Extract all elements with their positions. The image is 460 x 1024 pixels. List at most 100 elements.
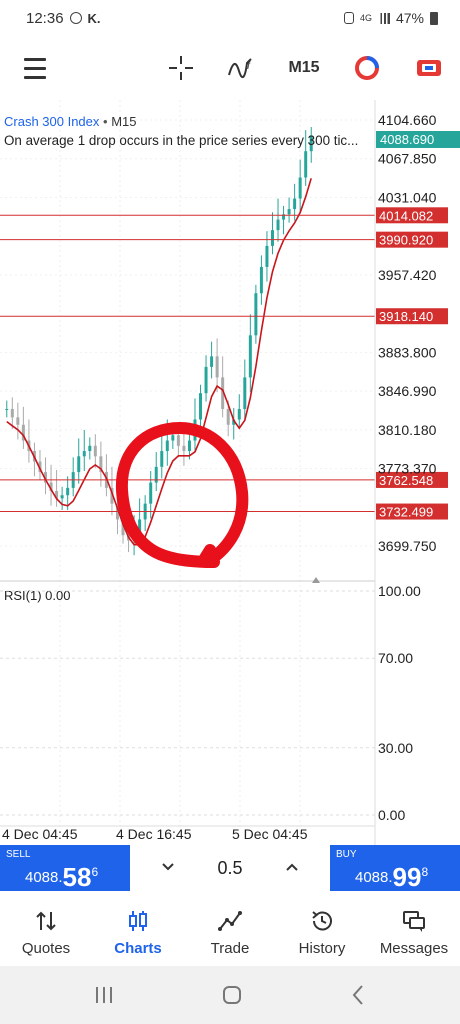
nav-history-label: History (298, 940, 346, 957)
time-axis-label: 4 Dec 16:45 (116, 826, 192, 842)
indicators-button[interactable]: f (226, 52, 258, 84)
candle-body (293, 198, 297, 210)
volume-control: 0.5 (130, 845, 330, 891)
nav-quotes[interactable]: Quotes (0, 896, 92, 966)
battery-icon (430, 11, 438, 25)
buy-price-big: 99 (392, 862, 422, 892)
price-axis-label: 4067.850 (378, 151, 437, 167)
candle-body (16, 417, 20, 425)
candle-body (243, 377, 247, 409)
volume-value[interactable]: 0.5 (217, 858, 242, 879)
rsi-axis-label: 0.00 (378, 807, 405, 823)
candle-body (265, 245, 269, 267)
menu-button[interactable] (22, 52, 48, 84)
candle-body (270, 230, 274, 246)
buy-price: 4088.998 (355, 858, 428, 892)
rsi-axis-label: 70.00 (378, 650, 413, 666)
increase-volume-button[interactable] (282, 857, 302, 877)
nav-trade[interactable]: Trade (184, 896, 276, 966)
price-axis-label: 3883.800 (378, 344, 437, 360)
network-type: 4G (359, 13, 372, 23)
nav-trade-label: Trade (210, 940, 250, 957)
candle-body (287, 209, 291, 215)
trade-icon (218, 911, 242, 931)
candle-body (215, 356, 219, 378)
time-axis-label: 4 Dec 04:45 (2, 826, 78, 842)
objects-button[interactable] (352, 52, 382, 84)
candle-body (254, 293, 258, 336)
rsi-title: RSI(1) 0.00 (4, 588, 70, 603)
price-axis-label: 4104.660 (378, 112, 437, 128)
system-nav-bar (0, 966, 460, 1024)
annotation-circle (115, 421, 249, 568)
level-label: 3732.499 (379, 505, 433, 520)
buy-button[interactable]: BUY 4088.998 (330, 845, 460, 892)
candle-body (187, 440, 191, 452)
buy-label: BUY (336, 849, 357, 860)
sell-price-prefix: 4088. (25, 869, 63, 886)
rsi-axis-label: 100.00 (378, 583, 421, 599)
candle-body (226, 408, 230, 425)
candle-body (149, 482, 153, 504)
price-axis-label: 3957.420 (378, 267, 437, 283)
home-icon[interactable] (220, 983, 244, 1007)
chevron-down-icon (162, 863, 174, 871)
hamburger-icon (24, 57, 46, 61)
trade-panel: SELL 4088.586 0.5 BUY 4088.998 (0, 845, 460, 892)
candle-body (304, 151, 308, 178)
candle-body (66, 487, 70, 496)
candle-body (176, 435, 180, 446)
candle-body (248, 335, 252, 378)
symbol-name[interactable]: Crash 300 Index • M15 (4, 114, 136, 129)
objects-icon (355, 56, 379, 80)
scroll-indicator-icon[interactable] (312, 577, 320, 583)
indicator-icon: f (228, 58, 252, 79)
candle-body (182, 445, 186, 452)
time-axis: 4 Dec 04:45 4 Dec 16:45 5 Dec 04:45 (0, 825, 375, 842)
chart-type-button[interactable] (414, 52, 444, 84)
level-label: 3918.140 (379, 309, 433, 324)
nav-charts-label: Charts (114, 940, 162, 957)
charts-icon (129, 911, 147, 931)
price-chart[interactable]: 4014.0823990.9203918.1403762.5483732.499… (0, 100, 460, 845)
candle-body (210, 356, 214, 367)
chevron-up-icon (286, 863, 298, 871)
candle-body (276, 219, 280, 231)
timeframe-label: M15 (288, 59, 320, 76)
quotes-icon (36, 911, 56, 931)
candle-body (171, 435, 175, 441)
recent-apps-icon[interactable] (92, 985, 116, 1005)
sell-button[interactable]: SELL 4088.586 (0, 845, 130, 892)
candle-body (237, 408, 241, 420)
candle-body (88, 445, 92, 452)
current-price-marker: 4088.690 (376, 131, 460, 148)
crosshair-icon (169, 56, 193, 80)
status-time: 12:36 (26, 9, 64, 27)
timeframe-button[interactable]: M15 (286, 52, 322, 84)
price-axis-label: 3810.180 (378, 422, 437, 438)
candle-body (259, 266, 263, 294)
battery-percent: 47% (395, 10, 424, 26)
nav-messages[interactable]: Messages (368, 896, 460, 966)
decrease-volume-button[interactable] (158, 857, 178, 877)
symbol-label[interactable]: Crash 300 Index (4, 114, 100, 129)
crosshair-button[interactable] (166, 52, 196, 84)
candle-body (93, 445, 97, 457)
svg-text:f: f (247, 61, 251, 72)
sell-price: 4088.586 (25, 858, 98, 892)
kaspersky-icon: K. (87, 10, 101, 26)
symbol-description: On average 1 drop occurs in the price se… (4, 133, 358, 148)
hotspot-icon (343, 12, 354, 24)
nav-quotes-label: Quotes (21, 940, 71, 957)
status-bar: 12:36 K. 4G 47% (0, 0, 460, 36)
candle-body (160, 451, 164, 467)
level-label: 3990.920 (379, 233, 433, 248)
nav-history[interactable]: History (276, 896, 368, 966)
nav-charts[interactable]: Charts (92, 896, 184, 966)
candle-body (165, 440, 169, 452)
messages-icon (403, 911, 425, 932)
chart-area[interactable]: 4014.082 3990.920 3918.140 3762.548 3732.499… (0, 100, 460, 845)
rsi-axis: 100.00 70.00 30.00 0.00 (0, 583, 421, 823)
back-icon[interactable] (348, 983, 368, 1007)
time-axis-label: 5 Dec 04:45 (232, 826, 308, 842)
